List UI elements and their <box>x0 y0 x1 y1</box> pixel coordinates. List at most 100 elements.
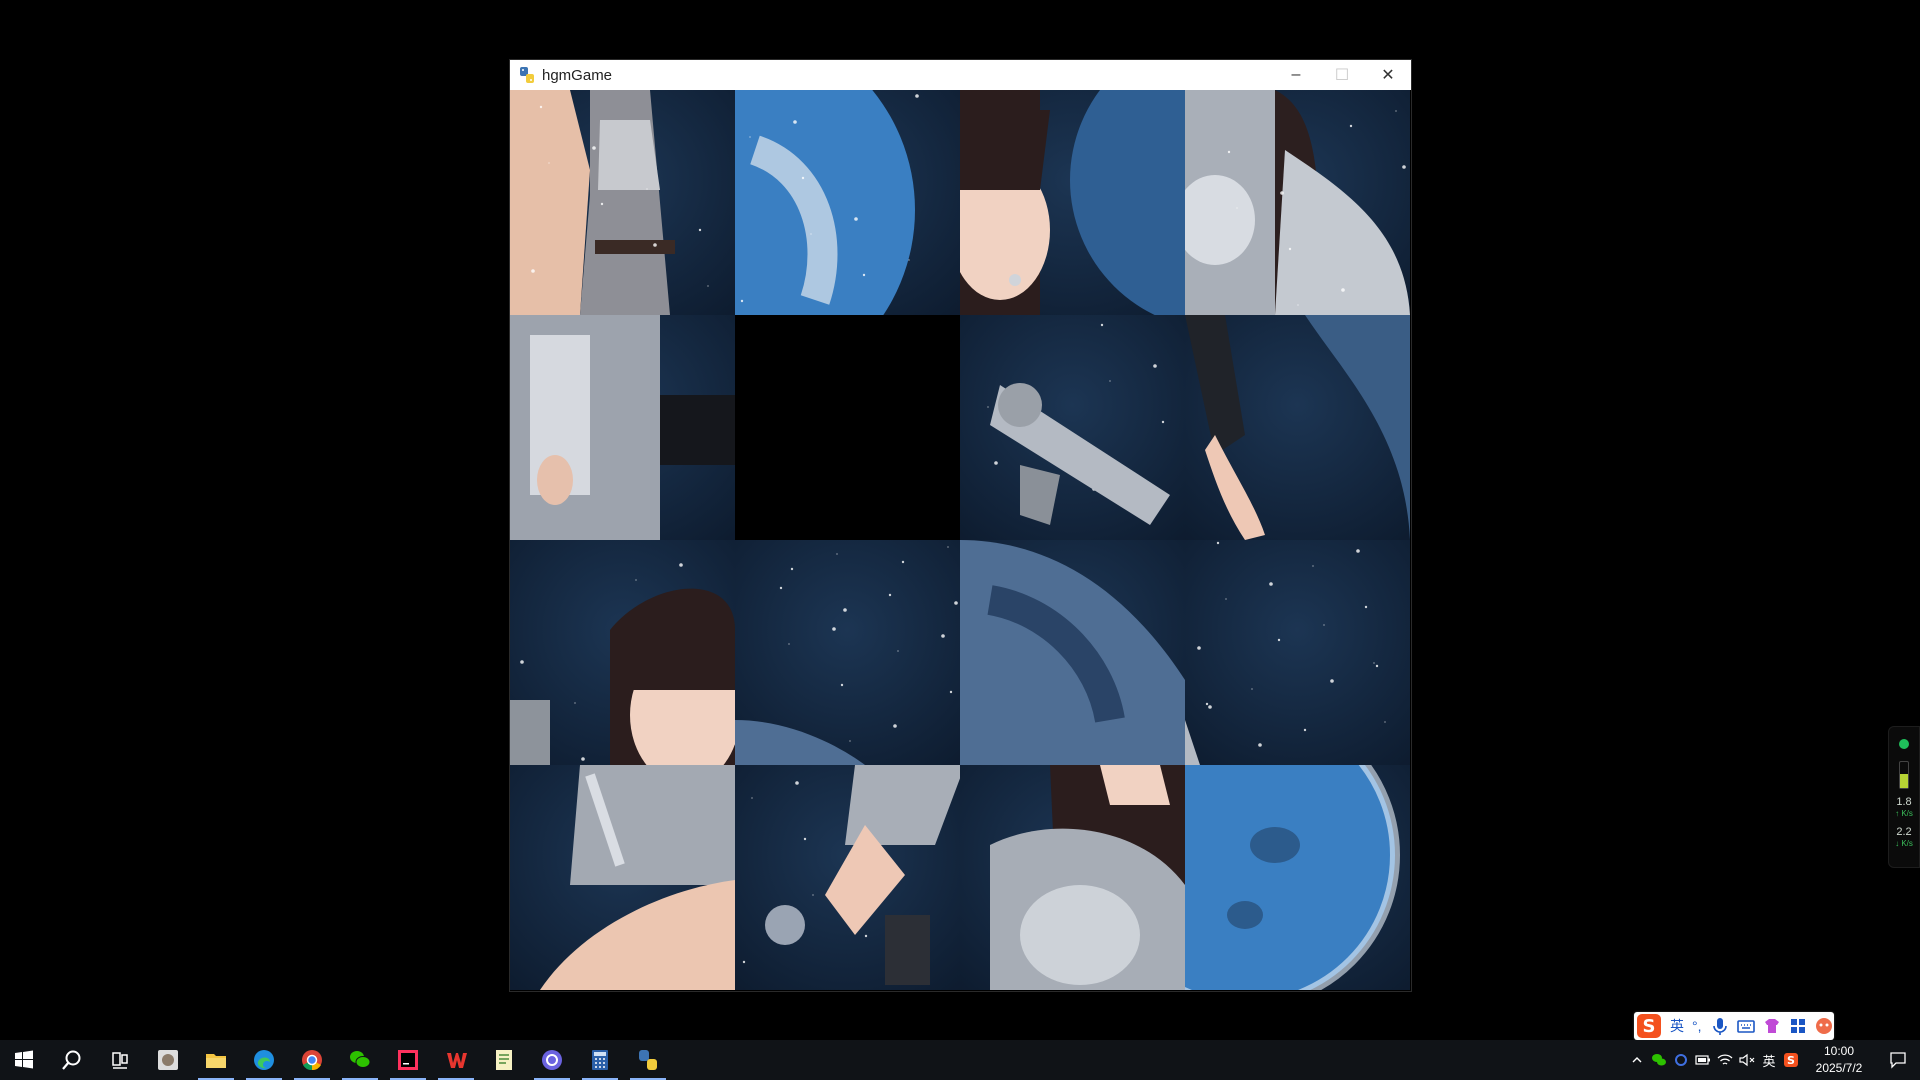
puzzle-tile[interactable] <box>960 90 1185 315</box>
tile-image <box>960 315 1185 540</box>
skin-icon[interactable] <box>1762 1016 1782 1036</box>
svg-text:S: S <box>1787 1054 1795 1067</box>
chrome-icon <box>302 1050 322 1071</box>
puzzle-tile[interactable] <box>960 540 1185 765</box>
puzzle-tile[interactable] <box>510 765 735 990</box>
sogou-logo-icon: S <box>1637 1014 1661 1038</box>
python-app-icon <box>520 67 534 83</box>
battery-tray-icon[interactable] <box>1692 1040 1714 1080</box>
taskbar-wps-button[interactable] <box>432 1040 480 1080</box>
taskbar-lens-app-button[interactable] <box>528 1040 576 1080</box>
start-button[interactable] <box>0 1040 48 1080</box>
puzzle-empty-slot[interactable] <box>735 315 960 540</box>
puzzle-tile[interactable] <box>1185 315 1410 540</box>
system-clock[interactable]: 10:00 2025/7/2 <box>1802 1043 1876 1077</box>
game-window: hgmGame – ☐ ✕ <box>510 60 1411 991</box>
tile-image <box>510 765 735 990</box>
clock-date: 2025/7/2 <box>1815 1061 1863 1075</box>
tile-image <box>1185 540 1410 765</box>
taskbar-edge-button[interactable] <box>240 1040 288 1080</box>
puzzle-tile[interactable] <box>960 315 1185 540</box>
lens-app-icon <box>542 1050 562 1070</box>
taskbar-intellij-button[interactable] <box>384 1040 432 1080</box>
tile-image <box>735 90 960 315</box>
wifi-icon[interactable] <box>1714 1040 1736 1080</box>
upload-speed: 1.8 ↑ K/s <box>1895 797 1913 819</box>
network-monitor-widget[interactable]: 1.8 ↑ K/s 2.2 ↓ K/s <box>1888 726 1920 868</box>
python-game-icon <box>639 1050 657 1070</box>
battery-level <box>1900 773 1908 788</box>
volume-muted-icon[interactable] <box>1736 1040 1758 1080</box>
window-title: hgmGame <box>542 66 613 84</box>
taskbar-notepad-button[interactable] <box>480 1040 528 1080</box>
ime-punct-toggle[interactable]: °, <box>1692 1018 1702 1034</box>
puzzle-tile[interactable] <box>1185 765 1410 990</box>
download-speed: 2.2 ↓ K/s <box>1895 827 1913 849</box>
tile-image <box>735 540 960 765</box>
svg-text:S: S <box>1643 1016 1656 1037</box>
tile-image <box>1185 765 1410 990</box>
minimize-button[interactable]: – <box>1273 60 1319 90</box>
microphone-icon[interactable] <box>1710 1016 1730 1036</box>
windows-logo-icon <box>15 1050 33 1069</box>
wechat-icon <box>350 1051 371 1068</box>
download-speed-value: 2.2 <box>1896 826 1912 838</box>
taskbar-cat-avatar-app-button[interactable] <box>144 1040 192 1080</box>
ime-toolbar[interactable]: S 英 °, <box>1634 1012 1834 1040</box>
wechat-tray-icon[interactable] <box>1648 1040 1670 1080</box>
status-dot <box>1899 739 1909 749</box>
taskbar-python-game-button[interactable] <box>624 1040 672 1080</box>
taskbar-file-explorer-button[interactable] <box>192 1040 240 1080</box>
clock-time: 10:00 <box>1823 1044 1855 1058</box>
chevron-up-icon[interactable] <box>1626 1040 1648 1080</box>
download-speed-unit: ↓ K/s <box>1895 839 1913 848</box>
tile-image <box>960 540 1185 765</box>
notepad-icon <box>496 1050 512 1070</box>
task-view-button[interactable] <box>96 1040 144 1080</box>
puzzle-tile[interactable] <box>510 315 735 540</box>
edge-icon <box>254 1050 274 1070</box>
taskbar-wechat-button[interactable] <box>336 1040 384 1080</box>
title-bar[interactable]: hgmGame – ☐ ✕ <box>510 60 1411 90</box>
ime-mascot-icon[interactable] <box>1814 1016 1834 1036</box>
input-lang-indicator[interactable]: 英 <box>1758 1040 1780 1080</box>
puzzle-tile[interactable] <box>735 540 960 765</box>
notification-icon <box>1890 1052 1906 1069</box>
grid-menu-icon[interactable] <box>1788 1016 1808 1036</box>
file-explorer-icon <box>206 1054 226 1068</box>
battery-icon <box>1899 761 1909 789</box>
task-view-icon <box>112 1052 128 1069</box>
puzzle-tile[interactable] <box>510 540 735 765</box>
ring-tray-icon[interactable] <box>1670 1040 1692 1080</box>
sogou-tray-icon[interactable]: S <box>1780 1040 1802 1080</box>
taskbar-chrome-button[interactable] <box>288 1040 336 1080</box>
upload-speed-value: 1.8 <box>1896 796 1912 808</box>
tile-image <box>510 90 735 315</box>
tile-image <box>960 90 1185 315</box>
tile-image <box>1185 90 1410 315</box>
tile-image <box>1185 315 1410 540</box>
cat-avatar-app-icon <box>158 1050 178 1070</box>
puzzle-tile[interactable] <box>735 90 960 315</box>
puzzle-tile[interactable] <box>960 765 1185 990</box>
intellij-icon <box>398 1050 418 1070</box>
taskbar-calculator-button[interactable] <box>576 1040 624 1080</box>
tile-image <box>960 765 1185 990</box>
puzzle-tile[interactable] <box>1185 90 1410 315</box>
tile-image <box>510 315 735 540</box>
upload-speed-unit: ↑ K/s <box>1895 809 1913 818</box>
search-button[interactable] <box>48 1040 96 1080</box>
close-button[interactable]: ✕ <box>1365 60 1411 90</box>
search-icon <box>62 1050 81 1070</box>
ime-lang-toggle[interactable]: 英 <box>1670 1016 1684 1036</box>
puzzle-tile[interactable] <box>510 90 735 315</box>
keyboard-icon[interactable] <box>1736 1016 1756 1036</box>
notification-button[interactable] <box>1876 1040 1920 1080</box>
system-tray: 英 S 10:00 2025/7/2 <box>1626 1040 1920 1080</box>
tile-image <box>510 540 735 765</box>
puzzle-tile[interactable] <box>1185 540 1410 765</box>
taskbar: 英 S 10:00 2025/7/2 <box>0 1040 1920 1080</box>
puzzle-tile[interactable] <box>735 765 960 990</box>
maximize-button[interactable]: ☐ <box>1319 60 1365 90</box>
tile-image <box>735 765 960 990</box>
